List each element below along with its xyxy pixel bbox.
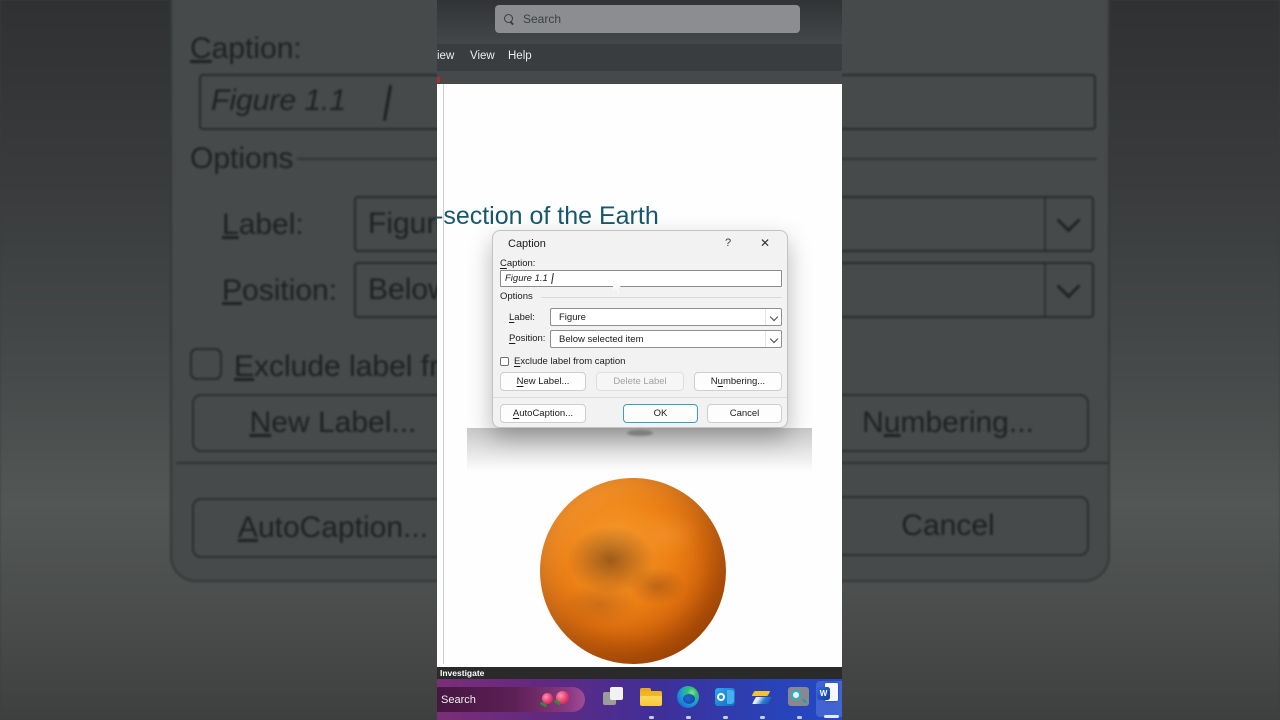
bg-chevron-down-icon — [1044, 198, 1092, 250]
bg-options-group-label: Options — [190, 142, 294, 175]
running-indicator — [649, 716, 654, 719]
taskbar-search-label: Search — [441, 693, 476, 706]
bg-cancel-button: Cancel — [807, 496, 1089, 556]
file-explorer-icon[interactable] — [639, 685, 663, 709]
video-frame: Caption: Figure 1.1 Options Label: Figur… — [0, 0, 1280, 720]
edge-icon[interactable] — [676, 685, 700, 709]
running-indicator — [686, 716, 691, 719]
magnifier-icon[interactable] — [787, 685, 811, 709]
rose-icon — [542, 693, 553, 704]
bg-exclude-checkbox — [190, 348, 222, 380]
task-view-icon[interactable] — [602, 685, 626, 709]
running-indicator — [723, 716, 728, 719]
bg-label-label: Label: — [222, 208, 304, 241]
bg-numbering-button: Numbering... — [807, 394, 1089, 452]
running-indicator — [760, 716, 765, 719]
bg-autocaption-button: AutoCaption... — [192, 498, 474, 558]
bg-position-label: Position: — [222, 274, 338, 307]
bg-text-caret — [382, 85, 393, 121]
bg-new-label-button: New Label... — [192, 394, 474, 452]
word-icon: W — [817, 687, 830, 700]
taskbar-search-box[interactable]: Search — [437, 687, 585, 712]
taskbar-layer: Search W — [437, 0, 842, 720]
active-indicator — [824, 715, 839, 718]
yellow-app-icon[interactable] — [750, 685, 774, 709]
outlook-icon[interactable] — [713, 685, 737, 709]
bg-caption-field-label: Caption: — [190, 32, 302, 65]
rose-icon — [556, 691, 569, 704]
running-indicator — [797, 716, 802, 719]
word-active-highlight[interactable]: W — [816, 681, 842, 717]
bg-chevron-down-icon — [1044, 264, 1092, 316]
